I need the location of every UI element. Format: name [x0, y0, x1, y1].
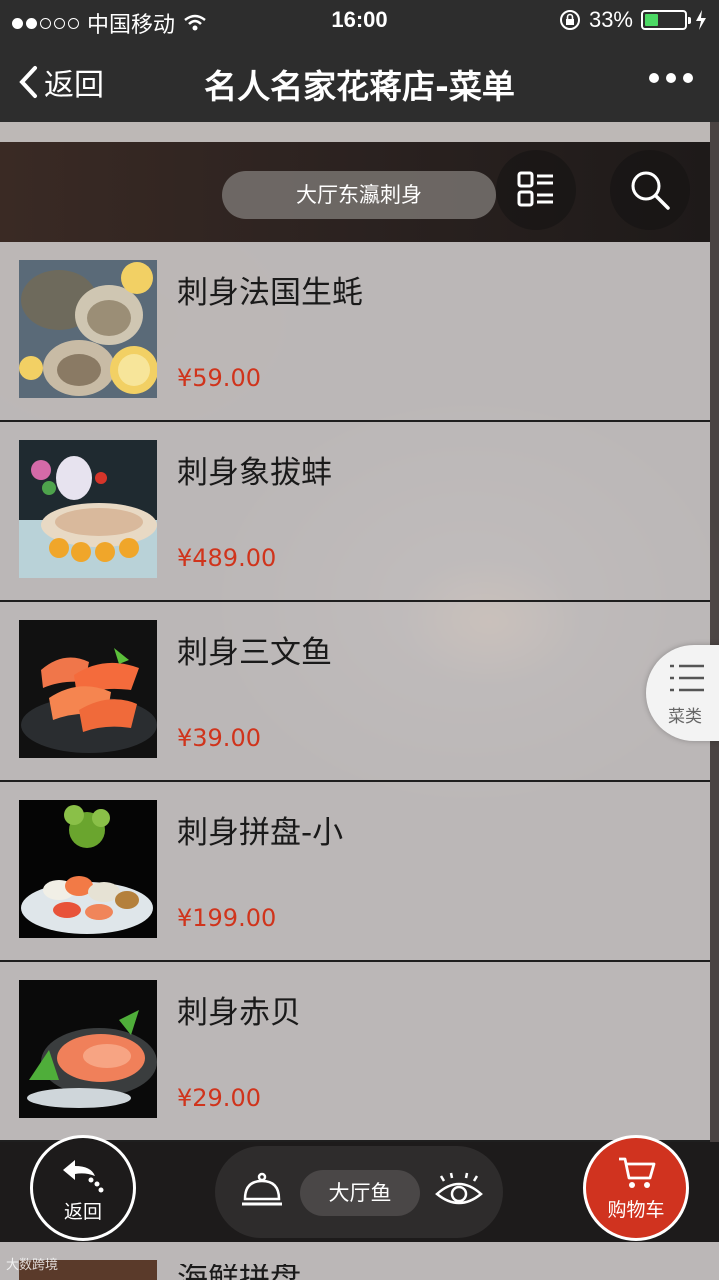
menu-item-name: 刺身法国生蚝 — [177, 275, 363, 311]
menu-item-price: ¥59.00 — [177, 364, 261, 392]
rotation-lock-icon — [559, 10, 580, 30]
menu-item[interactable]: 刺身三文鱼 ¥39.00 — [0, 602, 710, 782]
shopping-cart-button[interactable]: 购物车 — [583, 1135, 689, 1241]
battery-area: 33% — [559, 7, 707, 33]
side-tab-label: 菜类 — [668, 707, 702, 727]
geoduck-photo — [19, 440, 157, 578]
search-button[interactable] — [610, 150, 690, 230]
list-view-button[interactable] — [496, 150, 576, 230]
search-icon — [631, 171, 670, 210]
category-selector[interactable]: 大厅东瀛刺身 — [222, 171, 496, 219]
menu-item-price: ¥199.00 — [177, 904, 277, 932]
watermark: 大数跨境 — [6, 1258, 59, 1273]
menu-item-price: ¥489.00 — [177, 544, 277, 572]
nav-bar: 返回 名人名家花蒋店-菜单 — [0, 40, 719, 122]
oyster-photo — [19, 260, 157, 398]
menu-list: 刺身法国生蚝 ¥59.00 刺身象拔蚌 ¥489.00 刺身三文鱼 ¥39.00… — [0, 242, 710, 1142]
menu-item-name: 海鲜拼盘 — [177, 1264, 301, 1280]
menu-item-name: 刺身赤贝 — [177, 995, 301, 1031]
menu-item[interactable]: 刺身象拔蚌 ¥489.00 — [0, 422, 710, 602]
status-bar: 中国移动 16:00 33% — [0, 0, 719, 40]
menu-item-price: ¥39.00 — [177, 724, 261, 752]
header-divider-strip — [0, 122, 710, 142]
filter-bar: 大厅东瀛刺身 — [0, 142, 710, 242]
service-bell-icon — [242, 1172, 282, 1206]
menu-item[interactable]: 刺身拼盘-小 ¥199.00 — [0, 782, 710, 962]
hall-selector[interactable]: 大厅鱼 — [300, 1170, 420, 1216]
page-title: 名人名家花蒋店-菜单 — [204, 67, 515, 106]
menu-item-price: ¥29.00 — [177, 1084, 261, 1112]
bottom-back-label: 返回 — [63, 1201, 102, 1223]
menu-item-name: 刺身拼盘-小 — [177, 815, 344, 851]
battery-percent: 33% — [588, 7, 633, 32]
view-toggle-button[interactable] — [434, 1172, 484, 1216]
more-options-icon[interactable] — [649, 73, 693, 83]
menu-item-name: 刺身三文鱼 — [177, 635, 332, 671]
service-bell-button[interactable] — [240, 1172, 284, 1212]
eye-icon — [435, 1172, 483, 1205]
salmon-photo — [19, 620, 157, 758]
cart-label: 购物车 — [607, 1199, 665, 1221]
list-view-icon — [517, 171, 553, 207]
menu-item[interactable]: 刺身赤贝 ¥29.00 — [0, 962, 710, 1142]
charging-icon — [696, 10, 706, 30]
back-arrow-icon — [63, 1160, 104, 1193]
bottom-back-button[interactable]: 返回 — [30, 1135, 136, 1241]
menu-lines-icon — [670, 664, 704, 692]
ark-shell-photo — [19, 980, 157, 1118]
sashimi-platter-photo — [19, 800, 157, 938]
menu-item-partial[interactable]: 海鲜拼盘 — [0, 1242, 719, 1280]
menu-item[interactable]: 刺身法国生蚝 ¥59.00 — [0, 242, 710, 422]
menu-item-name: 刺身象拔蚌 — [177, 455, 332, 491]
battery-icon — [641, 10, 691, 30]
shopping-cart-icon — [619, 1157, 656, 1188]
